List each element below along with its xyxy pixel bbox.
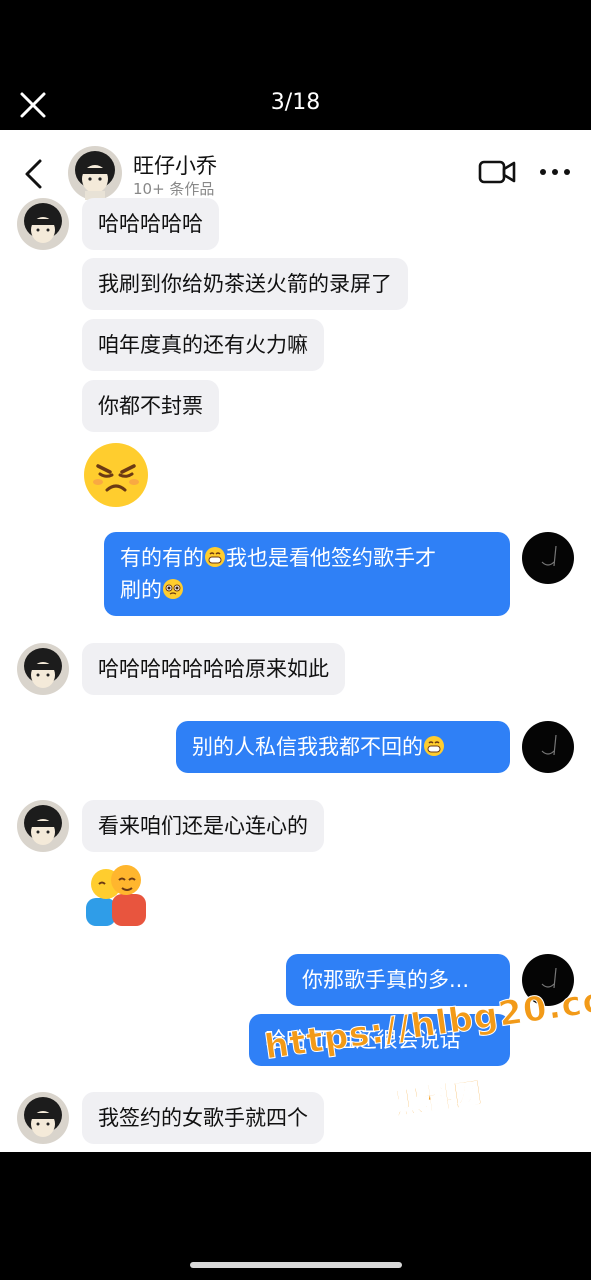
incoming-message[interactable]: 哈哈哈哈哈 (82, 198, 219, 250)
message-text: 刷的 (120, 578, 162, 602)
incoming-message[interactable]: 哈哈哈哈哈哈哈原来如此 (82, 643, 345, 695)
hugging-emoji[interactable] (82, 862, 150, 928)
frowning-face-emoji[interactable] (82, 442, 150, 508)
contact-avatar[interactable] (17, 1092, 69, 1144)
back-arrow-icon[interactable] (22, 158, 46, 190)
outgoing-message[interactable]: 别的人私信我我都不回的 (176, 721, 510, 773)
more-options-icon[interactable] (538, 162, 572, 182)
message-text: 我也是看他签约歌手才 (226, 546, 436, 570)
incoming-message[interactable]: 我签约的女歌手就四个 (82, 1092, 324, 1144)
home-indicator[interactable] (190, 1262, 402, 1268)
message-text: 别的人私信我我都不回的 (192, 735, 423, 759)
image-counter: 3/18 (270, 90, 321, 115)
contact-avatar[interactable] (17, 643, 69, 695)
my-avatar[interactable] (522, 532, 574, 584)
contact-avatar[interactable] (17, 800, 69, 852)
viewer-bottom-bar (0, 1152, 591, 1280)
contact-subtitle: 10+ 条作品 (133, 180, 215, 198)
contact-name: 旺仔小乔 (133, 154, 217, 178)
message-text: 有的有的 (120, 546, 204, 570)
grinning-emoji (424, 736, 444, 756)
grinning-emoji (205, 547, 225, 567)
incoming-message[interactable]: 你都不封票 (82, 380, 219, 432)
contact-avatar[interactable] (68, 146, 122, 200)
incoming-message[interactable]: 看来咱们还是心连心的 (82, 800, 324, 852)
outgoing-message[interactable]: 有的有的 我也是看他签约歌手才 刷的 (104, 532, 510, 616)
video-call-icon[interactable] (478, 158, 516, 186)
incoming-message[interactable]: 我刷到你给奶茶送火箭的录屏了 (82, 258, 408, 310)
pleading-emoji (163, 579, 183, 599)
contact-avatar[interactable] (17, 198, 69, 250)
my-avatar[interactable] (522, 721, 574, 773)
viewer-top-bar: 3/18 (0, 0, 591, 130)
incoming-message[interactable]: 咱年度真的还有火力嘛 (82, 319, 324, 371)
